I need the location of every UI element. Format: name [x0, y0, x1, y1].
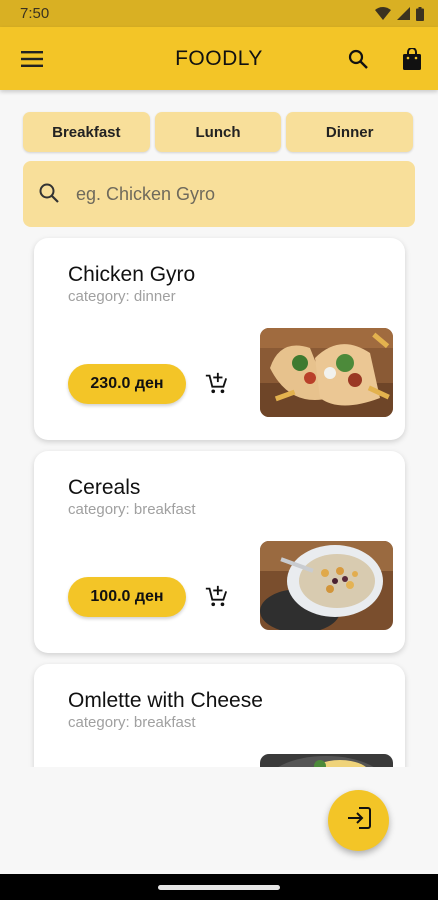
food-category: category: breakfast — [68, 714, 196, 731]
food-card[interactable]: Cereals category: breakfast 100.0 ден — [34, 451, 405, 653]
login-icon — [346, 806, 372, 835]
cereals-photo — [260, 541, 393, 630]
shopping-bag-icon[interactable] — [400, 47, 424, 71]
login-button[interactable] — [328, 790, 389, 851]
food-category: category: dinner — [68, 288, 176, 305]
category-filter: Breakfast Lunch Dinner — [23, 112, 414, 152]
food-name: Cereals — [68, 476, 141, 499]
food-list[interactable]: Chicken Gyro category: dinner 230.0 ден — [0, 232, 438, 767]
search-input[interactable] — [76, 179, 396, 209]
lunch-button[interactable]: Lunch — [154, 112, 282, 152]
wifi-icon — [375, 7, 391, 20]
signal-icon — [397, 7, 410, 20]
chicken-gyro-photo — [260, 328, 393, 417]
food-name: Chicken Gyro — [68, 263, 196, 286]
add-to-cart-icon[interactable] — [204, 584, 228, 608]
system-nav-bar — [0, 874, 438, 900]
battery-icon — [416, 6, 424, 21]
breakfast-button[interactable]: Breakfast — [23, 112, 150, 152]
status-icons — [375, 6, 424, 21]
dinner-button[interactable]: Dinner — [286, 112, 414, 152]
home-gesture-handle[interactable] — [158, 885, 280, 890]
search-field-icon — [38, 182, 60, 209]
app-title: FOODLY — [175, 47, 263, 70]
price-badge: 230.0 ден — [68, 364, 186, 404]
app-bar: FOODLY — [0, 27, 438, 90]
status-bar: 7:50 — [0, 0, 438, 27]
search-box — [23, 161, 415, 227]
status-time: 7:50 — [20, 5, 50, 22]
food-name: Omlette with Cheese — [68, 689, 263, 712]
add-to-cart-icon[interactable] — [204, 371, 228, 395]
food-category: category: breakfast — [68, 501, 196, 518]
search-icon[interactable] — [346, 47, 370, 71]
omelette-photo — [260, 754, 393, 767]
food-card[interactable]: Chicken Gyro category: dinner 230.0 ден — [34, 238, 405, 440]
food-card[interactable]: Omlette with Cheese category: breakfast — [34, 664, 405, 767]
price-badge: 100.0 ден — [68, 577, 186, 617]
